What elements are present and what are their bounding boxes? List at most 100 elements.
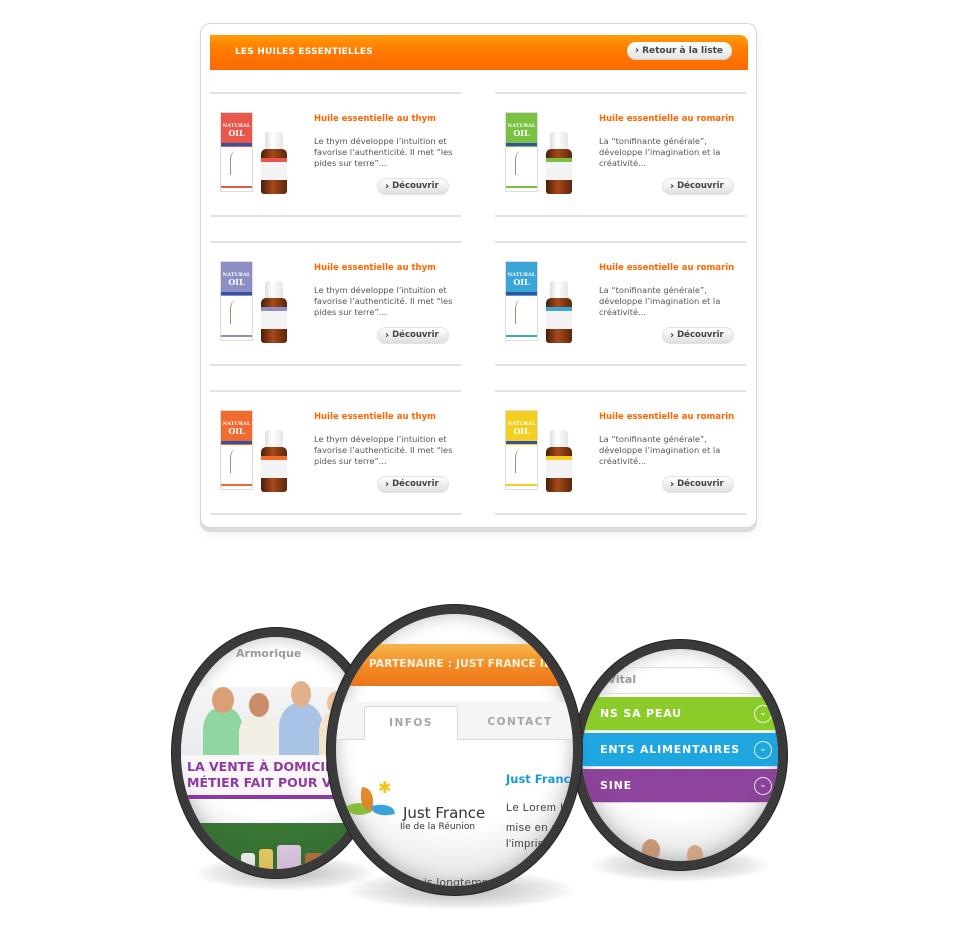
product-box: NATURAL OIL: [220, 410, 253, 490]
product-bottle: [546, 281, 572, 343]
partner-tabs: INFOS CONTACT: [336, 702, 573, 740]
headline-line-1: LA VENTE À DOMICILE: [187, 759, 342, 774]
discover-label: Découvrir: [677, 479, 724, 489]
star-icon: ✱: [378, 778, 392, 797]
box-band: [506, 113, 537, 121]
product-title[interactable]: Huile essentielle au romarin: [599, 412, 734, 422]
partner-header-title: PARTENAIRE : JUST FRANCE ILE DE: [369, 658, 579, 670]
plant-illustration: [515, 151, 529, 175]
headline-line-2: MÉTIER FAIT POUR V: [187, 775, 332, 790]
box-band: [506, 186, 537, 188]
discover-button[interactable]: › Découvrir: [662, 178, 734, 195]
person-figure: [239, 693, 279, 757]
product-bottle: [261, 430, 287, 492]
menu-item-label: NS SA PEAU: [600, 707, 682, 720]
chevron-right-icon: ›: [670, 181, 675, 192]
discover-label: Découvrir: [677, 330, 724, 340]
essential-oils-panel: LES HUILES ESSENTIELLES › Retour à la li…: [200, 23, 757, 528]
product-bottle: [261, 281, 287, 343]
product-title[interactable]: Huile essentielle au romarin: [599, 263, 734, 273]
box-strip: [221, 143, 252, 146]
chevron-right-icon: ›: [385, 330, 390, 341]
discover-label: Découvrir: [392, 330, 439, 340]
product-image[interactable]: NATURAL OIL: [505, 261, 580, 346]
discover-button[interactable]: › Découvrir: [662, 476, 734, 493]
partner-title: Just France Île: [506, 772, 579, 786]
back-to-list-label: Retour à la liste: [642, 46, 723, 56]
site-name: st-Vital: [592, 673, 637, 686]
product-description: Le thym développe l’intuition et favoris…: [314, 136, 453, 168]
category-menu-item[interactable]: ENTS ALIMENTAIRES ⌄: [582, 733, 778, 767]
plant-illustration: [230, 151, 244, 175]
chevron-right-icon: ›: [670, 479, 675, 490]
box-band: [221, 113, 252, 121]
discover-button[interactable]: › Découvrir: [662, 327, 734, 344]
discover-label: Découvrir: [392, 181, 439, 191]
product-bottle: [546, 430, 572, 492]
brand-label: NATURAL OIL: [507, 421, 536, 436]
logo-subtitle: Ile de la Réunion: [400, 822, 476, 832]
brand-label: NATURAL OIL: [222, 421, 251, 436]
product-title[interactable]: Huile essentielle au thym: [314, 114, 436, 124]
product-image[interactable]: NATURAL OIL: [220, 112, 295, 197]
partner-text-line: Le Lorem Ips: [506, 802, 577, 814]
discover-label: Découvrir: [392, 479, 439, 489]
partner-text-line: mise en p: [506, 822, 559, 834]
divider: [582, 693, 778, 694]
discover-button[interactable]: › Découvrir: [377, 178, 449, 195]
product-title[interactable]: Huile essentielle au romarin: [599, 114, 734, 124]
product-image[interactable]: NATURAL OIL: [220, 261, 295, 346]
box-strip: [221, 292, 252, 295]
category-menu-item[interactable]: SINE ⌄: [582, 769, 778, 803]
box-strip: [506, 441, 537, 444]
product-card: NATURAL OIL Huile essentielle au thym Le …: [210, 241, 461, 366]
tab-contact[interactable]: CONTACT: [470, 706, 570, 740]
partner-text-line: l'imprimeri: [506, 838, 562, 850]
box-band: [221, 186, 252, 188]
chevron-right-icon: ›: [385, 479, 390, 490]
product-card: NATURAL OIL Huile essentielle au romarin …: [495, 241, 746, 366]
tab-infos[interactable]: INFOS: [364, 706, 458, 740]
discover-button[interactable]: › Découvrir: [377, 327, 449, 344]
product-card: NATURAL OIL Huile essentielle au romarin …: [495, 390, 746, 515]
divider: [582, 667, 778, 668]
product-image[interactable]: NATURAL OIL: [505, 410, 580, 495]
box-band: [221, 484, 252, 486]
panel-title: LES HUILES ESSENTIELLES: [235, 47, 373, 57]
plant-illustration: [230, 449, 244, 473]
plant-illustration: [230, 300, 244, 324]
person-figure: [203, 687, 243, 757]
product-image[interactable]: NATURAL OIL: [220, 410, 295, 495]
box-band: [506, 335, 537, 337]
box-band: [506, 411, 537, 419]
product-description: La “tonifinante générale”, développe l’i…: [599, 434, 721, 466]
box-band: [506, 484, 537, 486]
box-strip: [506, 292, 537, 295]
back-to-list-button[interactable]: › Retour à la liste: [626, 42, 732, 60]
chevron-down-circle-icon: ⌄: [754, 777, 772, 795]
box-band: [506, 262, 537, 270]
just-france-logo: ✱ Just France Ile de la Réunion: [346, 778, 488, 844]
box-strip: [221, 441, 252, 444]
discover-button[interactable]: › Découvrir: [377, 476, 449, 493]
bottle-image: [259, 849, 273, 869]
chevron-right-icon: ›: [385, 181, 390, 192]
product-box: NATURAL OIL: [220, 261, 253, 341]
product-image[interactable]: NATURAL OIL: [505, 112, 580, 197]
person-figure: [279, 681, 323, 757]
product-card: NATURAL OIL Huile essentielle au romarin …: [495, 92, 746, 217]
menu-item-label: ENTS ALIMENTAIRES: [600, 743, 741, 756]
product-box: NATURAL OIL: [505, 261, 538, 341]
magnifier-lens-right: st-Vital NS SA PEAU ⌄ ENTS ALIMENTAIRES ⌄…: [573, 640, 787, 870]
product-description: Le thym développe l’intuition et favoris…: [314, 434, 453, 466]
chevron-down-circle-icon: ⌄: [754, 741, 772, 759]
plant-illustration: [515, 449, 529, 473]
product-title[interactable]: Huile essentielle au thym: [314, 263, 436, 273]
product-box: NATURAL OIL: [505, 112, 538, 192]
box-band: [221, 262, 252, 270]
brand-label: NATURAL OIL: [507, 123, 536, 138]
category-menu-item[interactable]: NS SA PEAU ⌄: [582, 697, 778, 731]
product-description: La “tonifinante générale”, développe l’i…: [599, 285, 721, 317]
product-title[interactable]: Huile essentielle au thym: [314, 412, 436, 422]
product-bottle: [546, 132, 572, 194]
